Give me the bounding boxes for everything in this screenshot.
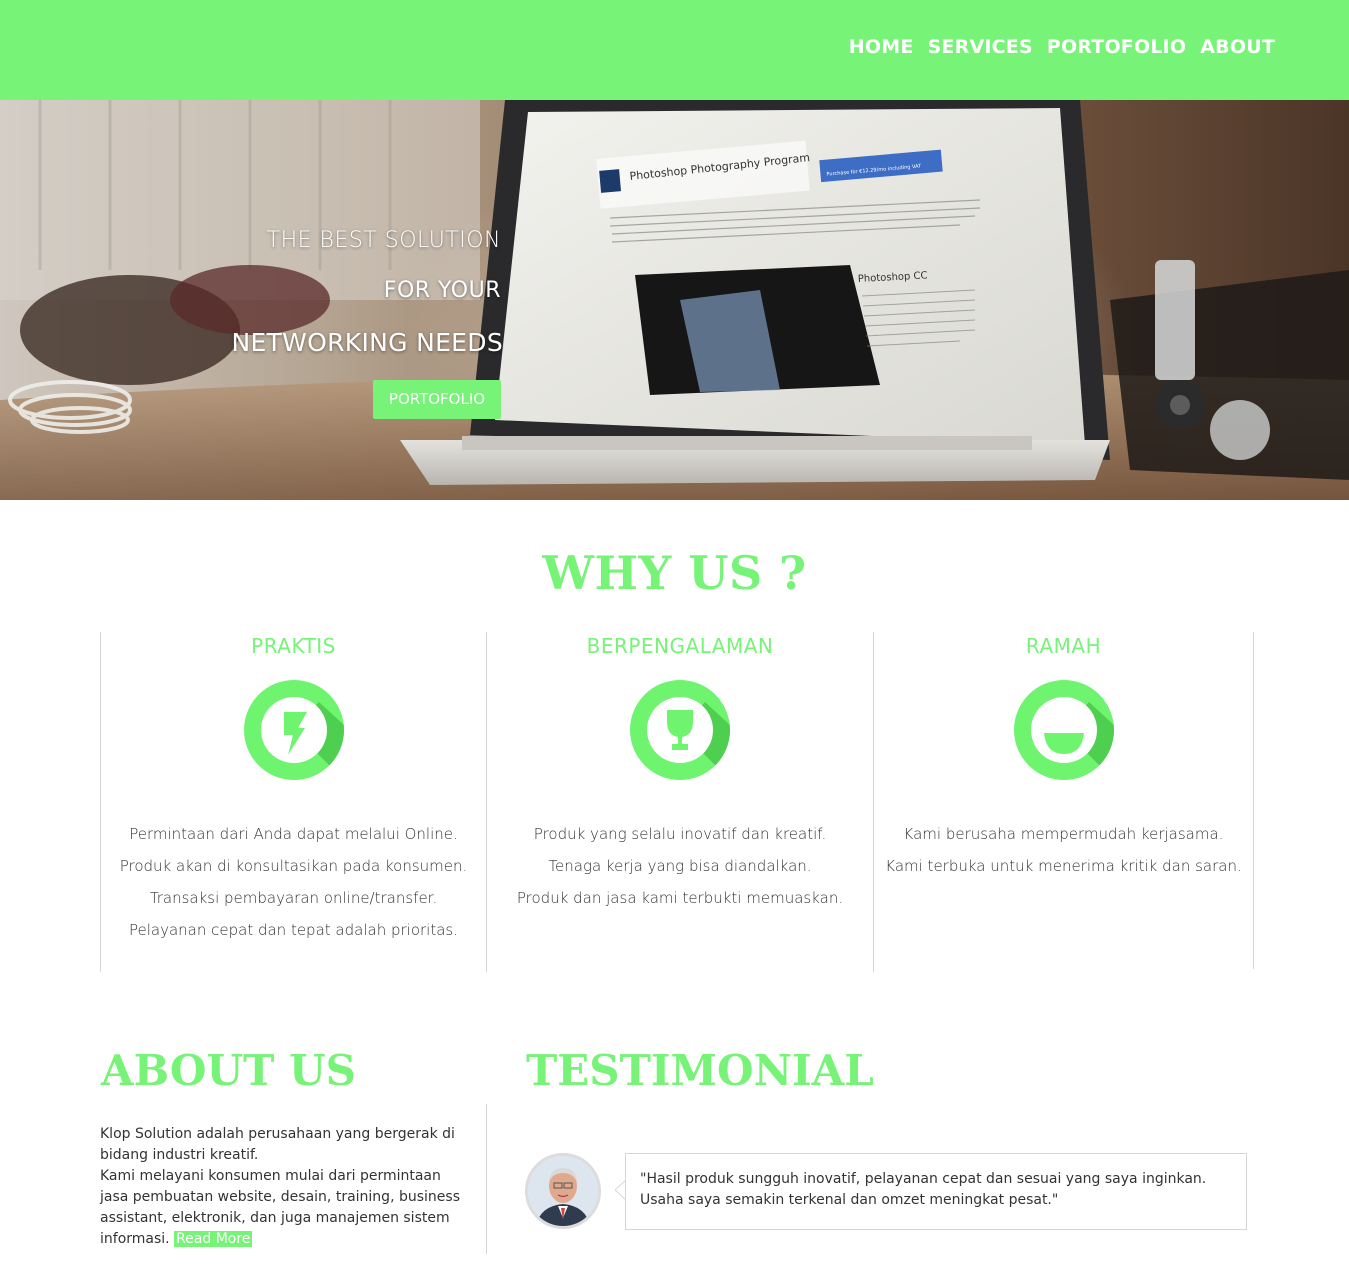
feature-line: Permintaan dari Anda dapat melalui Onlin… bbox=[129, 825, 458, 843]
feature-line: Pelayanan cepat dan tepat adalah priorit… bbox=[128, 921, 458, 939]
feature-line: Produk dan jasa kami terbukti memuaskan. bbox=[516, 889, 844, 907]
feature-praktis: PRAKTIS Permintaan dari Anda dapat melal… bbox=[101, 632, 486, 972]
nav-about[interactable]: ABOUT bbox=[1200, 36, 1275, 58]
avatar bbox=[525, 1153, 601, 1229]
column-divider bbox=[1253, 632, 1254, 969]
portofolio-button[interactable]: PORTOFOLIO bbox=[373, 380, 501, 419]
feature-description: Permintaan dari Anda dapat melalui Onlin… bbox=[101, 824, 486, 952]
feature-line: Produk akan di konsultasikan pada konsum… bbox=[119, 857, 468, 875]
hero-banner: Photoshop Photography Program Purchase f… bbox=[0, 100, 1349, 500]
smile-icon bbox=[1013, 680, 1114, 780]
person-photo-icon bbox=[528, 1156, 598, 1226]
feature-description: Produk yang selalu inovatif dan kreatif.… bbox=[487, 824, 873, 920]
feature-line: Kami terbuka untuk menerima kritik dan s… bbox=[885, 857, 1242, 875]
about-paragraph-1: Klop Solution adalah perusahaan yang ber… bbox=[100, 1126, 455, 1163]
feature-line: Produk yang selalu inovatif dan kreatif. bbox=[533, 825, 827, 843]
top-header: HOME SERVICES PORTOFOLIO ABOUT bbox=[0, 0, 1349, 100]
feature-ramah: RAMAH Kami berusaha mempermudah kerjasam… bbox=[874, 632, 1253, 972]
feature-berpengalaman: BERPENGALAMAN Produk yang selalu inovati… bbox=[487, 632, 873, 972]
feature-title: BERPENGALAMAN bbox=[586, 634, 774, 658]
hero-line-3: NETWORKING NEEDS bbox=[231, 328, 503, 357]
main-nav: HOME SERVICES PORTOFOLIO ABOUT bbox=[849, 36, 1275, 58]
nav-home[interactable]: HOME bbox=[849, 36, 914, 58]
nav-portofolio[interactable]: PORTOFOLIO bbox=[1047, 36, 1186, 58]
read-more-link[interactable]: Read More bbox=[174, 1231, 253, 1247]
feature-line: Tenaga kerja yang bisa diandalkan. bbox=[548, 857, 812, 875]
hero-line-2: FOR YOUR bbox=[383, 278, 501, 303]
feature-title: RAMAH bbox=[1025, 634, 1102, 658]
feature-line: Transaksi pembayaran online/transfer. bbox=[149, 889, 438, 907]
feature-description: Kami berusaha mempermudah kerjasama. Kam… bbox=[874, 824, 1253, 888]
about-paragraph-2: Kami melayani konsumen mulai dari permin… bbox=[100, 1168, 460, 1247]
why-us-title: WHY US ? bbox=[542, 546, 807, 600]
lightning-icon bbox=[243, 680, 344, 780]
nav-services[interactable]: SERVICES bbox=[928, 36, 1033, 58]
feature-title: PRAKTIS bbox=[251, 634, 336, 658]
testimonial-title: TESTIMONIAL bbox=[526, 1046, 874, 1095]
trophy-icon bbox=[630, 680, 730, 780]
hero-background-image: Photoshop Photography Program Purchase f… bbox=[0, 100, 1349, 500]
about-us-text: Klop Solution adalah perusahaan yang ber… bbox=[100, 1124, 472, 1250]
feature-line: Kami berusaha mempermudah kerjasama. bbox=[903, 825, 1224, 843]
section-divider bbox=[486, 1104, 487, 1254]
testimonial-quote-box: "Hasil produk sungguh inovatif, pelayana… bbox=[625, 1153, 1247, 1230]
hero-line-1: THE BEST SOLUTION bbox=[266, 228, 501, 253]
testimonial-quote: "Hasil produk sungguh inovatif, pelayana… bbox=[640, 1171, 1207, 1208]
about-us-title: ABOUT US bbox=[101, 1046, 356, 1095]
